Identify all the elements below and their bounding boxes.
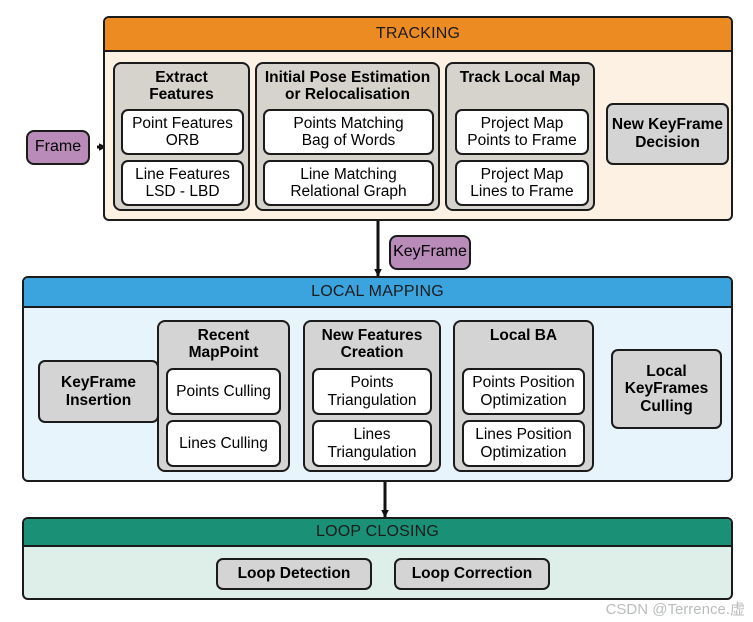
section-local-mapping: LOCAL MAPPING KeyFrame Insertion Recent …	[22, 276, 733, 482]
local-mapping-body: KeyFrame Insertion Recent MapPoint Point…	[24, 308, 731, 480]
keyframe-token: KeyFrame	[389, 235, 471, 270]
node-project-map-lines-to-frame[interactable]: Project Map Lines to Frame	[455, 160, 589, 206]
node-loop-detection[interactable]: Loop Detection	[216, 558, 372, 590]
group-initial-pose-estimation-title: Initial Pose Estimation or Relocalisatio…	[264, 69, 431, 104]
group-recent-mappoint: Recent MapPoint Points Culling Lines Cul…	[157, 320, 290, 472]
local-mapping-header-label: LOCAL MAPPING	[24, 278, 731, 308]
section-tracking: TRACKING Extract Features Point Features…	[103, 16, 733, 221]
node-lines-triangulation[interactable]: Lines Triangulation	[312, 420, 432, 467]
node-points-culling[interactable]: Points Culling	[166, 368, 281, 415]
group-local-ba: Local BA Points Position Optimization Li…	[453, 320, 594, 472]
group-track-local-map-title: Track Local Map	[459, 69, 581, 86]
group-extract-features: Extract Features Point Features ORB Line…	[113, 62, 250, 211]
loop-closing-body: Loop Detection Loop Correction	[24, 547, 731, 598]
node-points-position-optimization[interactable]: Points Position Optimization	[462, 368, 585, 415]
node-points-matching-bag-of-words[interactable]: Points Matching Bag of Words	[263, 109, 434, 155]
frame-token: Frame	[26, 130, 90, 165]
node-line-matching-relational-graph[interactable]: Line Matching Relational Graph	[263, 160, 434, 206]
group-track-local-map: Track Local Map Project Map Points to Fr…	[445, 62, 595, 211]
node-point-features-orb[interactable]: Point Features ORB	[121, 109, 244, 155]
group-initial-pose-estimation: Initial Pose Estimation or Relocalisatio…	[255, 62, 440, 211]
group-recent-mappoint-title: Recent MapPoint	[188, 327, 259, 362]
node-local-keyframes-culling[interactable]: Local KeyFrames Culling	[611, 349, 722, 429]
tracking-body: Extract Features Point Features ORB Line…	[105, 52, 731, 219]
node-lines-culling[interactable]: Lines Culling	[166, 420, 281, 467]
node-points-triangulation[interactable]: Points Triangulation	[312, 368, 432, 415]
node-keyframe-insertion[interactable]: KeyFrame Insertion	[38, 360, 159, 423]
node-line-features-lsd-lbd[interactable]: Line Features LSD - LBD	[121, 160, 244, 206]
node-loop-correction[interactable]: Loop Correction	[394, 558, 550, 590]
watermark-text: CSDN @Terrence.虚	[605, 601, 745, 618]
loop-closing-header-label: LOOP CLOSING	[24, 519, 731, 547]
node-lines-position-optimization[interactable]: Lines Position Optimization	[462, 420, 585, 467]
node-new-keyframe-decision[interactable]: New KeyFrame Decision	[606, 103, 729, 165]
group-extract-features-title: Extract Features	[149, 69, 214, 104]
group-new-features-creation-title: New Features Creation	[321, 327, 423, 362]
group-local-ba-title: Local BA	[489, 327, 558, 344]
diagram-canvas: Frame TRACKING Extract Features Point Fe…	[0, 0, 753, 622]
section-loop-closing: LOOP CLOSING Loop Detection Loop Correct…	[22, 517, 733, 600]
node-project-map-points-to-frame[interactable]: Project Map Points to Frame	[455, 109, 589, 155]
group-new-features-creation: New Features Creation Points Triangulati…	[303, 320, 441, 472]
tracking-header-label: TRACKING	[105, 18, 731, 52]
